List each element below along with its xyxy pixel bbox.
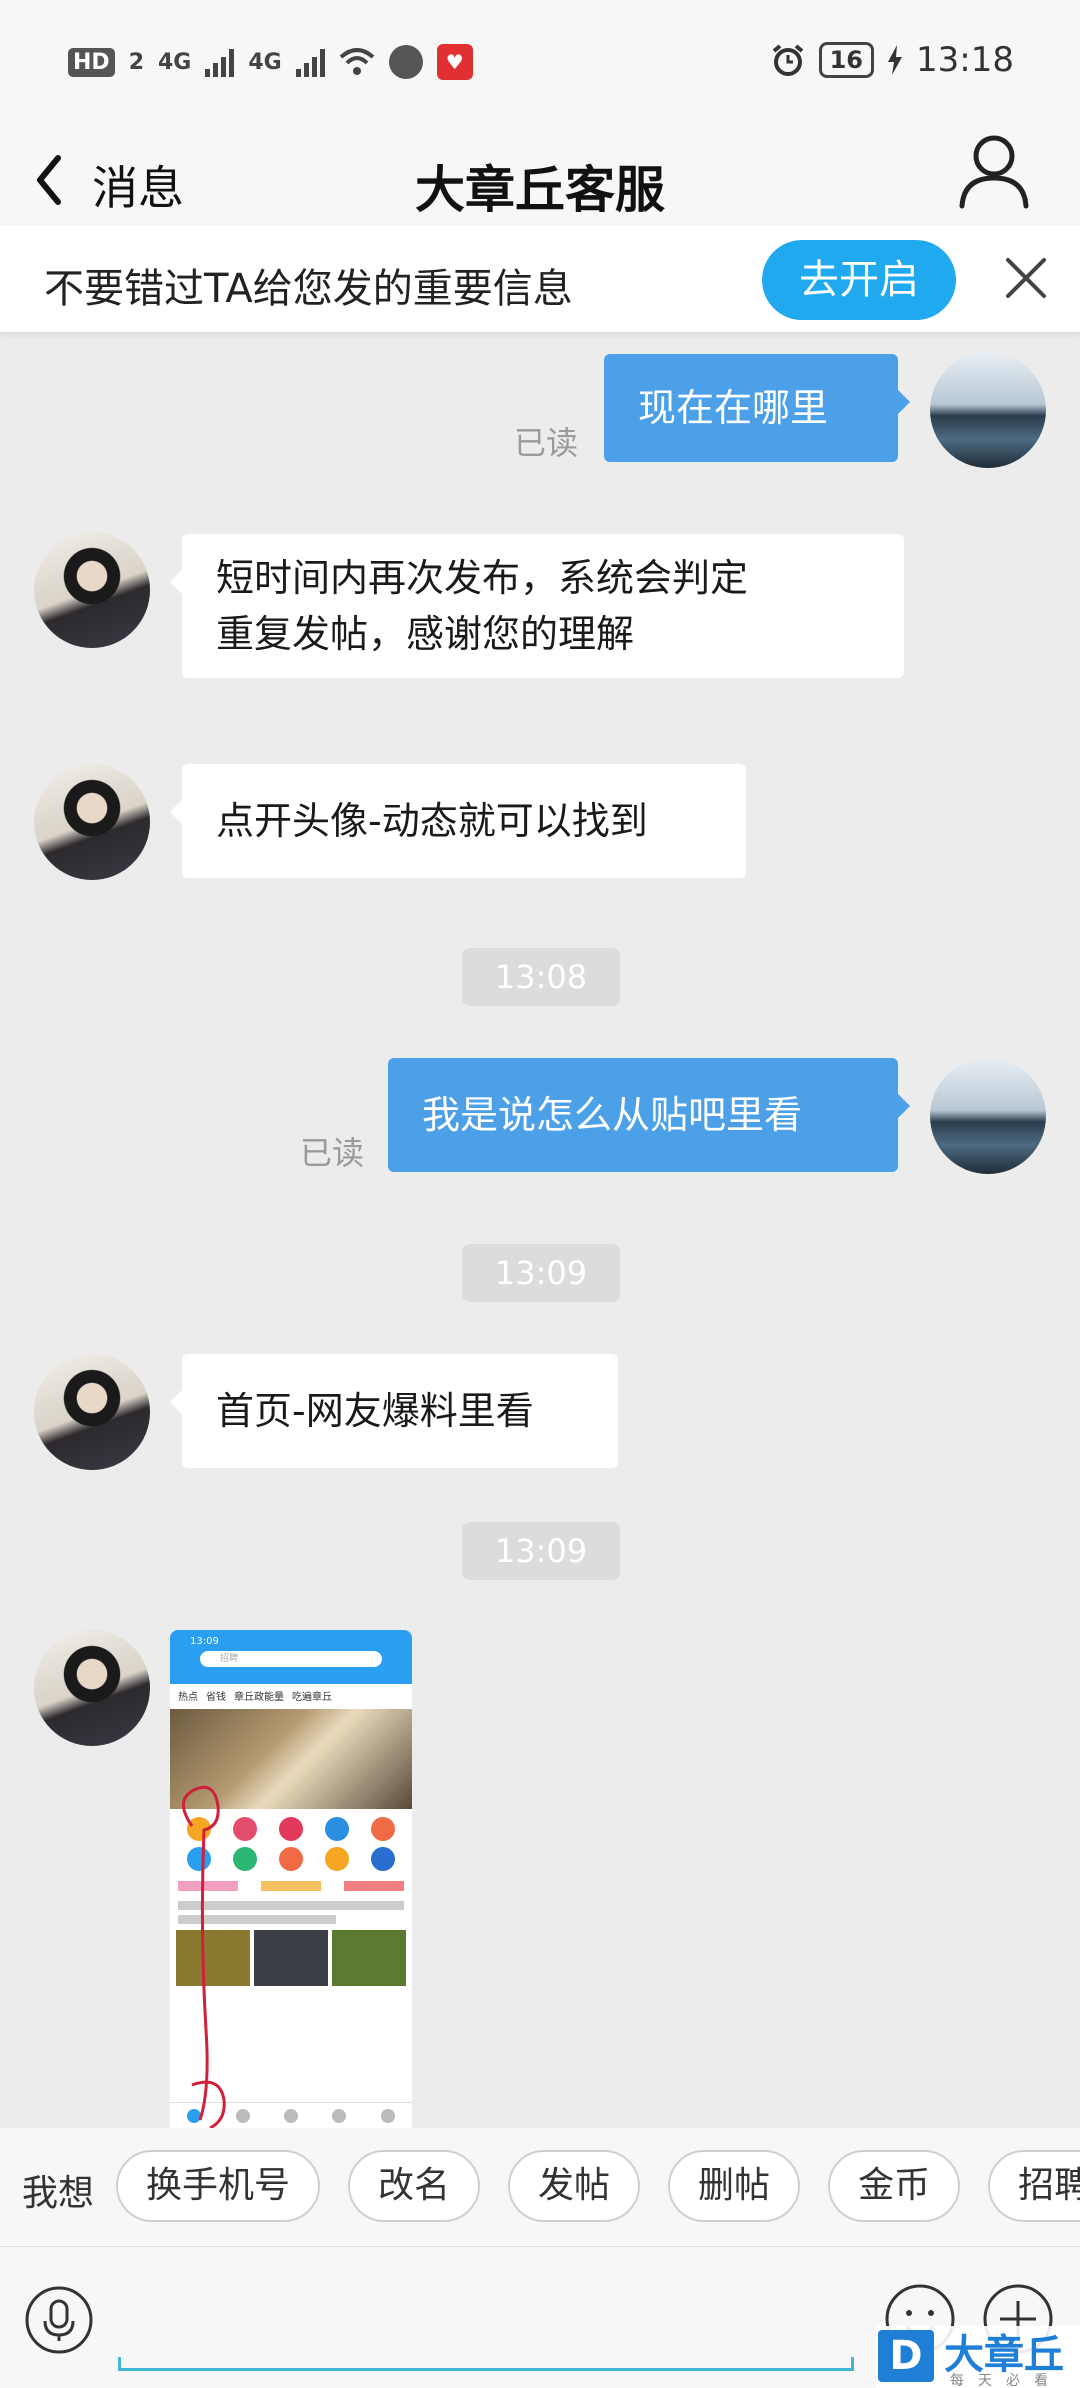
enable-notification-button[interactable]: 去开启 [762, 240, 956, 320]
app-status-icon [388, 45, 423, 79]
page-title: 大章丘客服 [415, 161, 665, 219]
agent-avatar[interactable] [34, 1354, 150, 1470]
outgoing-message[interactable]: 现在在哪里 [604, 354, 910, 462]
incoming-message[interactable]: 首页-网友爆料里看 [170, 1354, 618, 1468]
signal-icon-2 [295, 47, 325, 77]
sim-number: 2 [128, 49, 144, 75]
chip-post[interactable]: 发帖 [508, 2150, 641, 2222]
charging-icon [888, 45, 903, 75]
watermark-logo: D 大章丘 每天必看 [876, 2326, 1080, 2388]
agent-avatar[interactable] [34, 764, 150, 880]
quick-reply-label: 我想 [22, 2173, 95, 2214]
my-avatar[interactable] [930, 352, 1046, 468]
message-text: 点开头像-动态就可以找到 [216, 799, 648, 843]
chip-rename[interactable]: 改名 [348, 2150, 481, 2222]
my-avatar[interactable] [930, 1058, 1046, 1174]
message-text: 首页-网友爆料里看 [216, 1389, 534, 1433]
quick-reply-chips: 换手机号 改名 发帖 删帖 金币 招聘 [116, 2150, 1080, 2222]
app-notification-icon: ♥ [436, 44, 473, 80]
message-text: 我是说怎么从贴吧里看 [422, 1093, 803, 1137]
signal-icon [205, 47, 235, 77]
chip-recruit[interactable]: 招聘 [988, 2150, 1080, 2222]
incoming-message[interactable]: 短时间内再次发布，系统会判定 重复发帖，感谢您的理解 [170, 534, 904, 678]
red-annotation-mark [182, 1785, 226, 2128]
message-input[interactable] [118, 2357, 854, 2371]
outgoing-message[interactable]: 我是说怎么从贴吧里看 [388, 1058, 910, 1172]
hd-badge: HD [68, 47, 115, 77]
notification-banner: 不要错过TA给您发的重要信息 去开启 [0, 226, 1080, 332]
chip-change-phone[interactable]: 换手机号 [116, 2150, 321, 2222]
timestamp: 13:09 [462, 1244, 620, 1302]
network-type-2: 4G [248, 49, 282, 75]
microphone-icon[interactable] [24, 2285, 94, 2355]
chip-delete-post[interactable]: 删帖 [668, 2150, 801, 2222]
notification-text: 不要错过TA给您发的重要信息 [44, 266, 573, 312]
timestamp: 13:09 [462, 1522, 620, 1580]
message-line: 重复发帖，感谢您的理解 [216, 612, 635, 656]
user-profile-icon[interactable] [954, 130, 1034, 210]
image-message[interactable]: 13:09 招聘 热点 省钱 章丘政能量 吃遍章丘 [170, 1630, 412, 2128]
alarm-icon [772, 44, 803, 76]
battery-level: 16 [818, 42, 875, 78]
chat-header: 消息 大章丘客服 [0, 130, 1080, 230]
status-bar: HD 2 4G 4G ♥ 16 13:18 [0, 0, 1080, 130]
watermark-mark: D [878, 2330, 934, 2382]
agent-avatar[interactable] [34, 1630, 150, 1746]
watermark-slogan: 每天必看 [950, 2373, 1062, 2388]
chip-coins[interactable]: 金币 [828, 2150, 961, 2222]
close-icon[interactable] [1000, 252, 1052, 304]
message-line: 短时间内再次发布，系统会判定 [216, 556, 749, 600]
timestamp: 13:08 [462, 948, 620, 1006]
clock: 13:18 [916, 40, 1014, 80]
read-status: 已读 [300, 1134, 365, 1172]
agent-avatar[interactable] [34, 532, 150, 648]
network-type-1: 4G [158, 49, 192, 75]
incoming-message[interactable]: 点开头像-动态就可以找到 [170, 764, 746, 878]
wifi-icon [339, 48, 375, 75]
quick-reply-bar: 我想 换手机号 改名 发帖 删帖 金币 招聘 [0, 2128, 1080, 2246]
read-status: 已读 [514, 424, 579, 462]
message-text: 现在在哪里 [638, 386, 829, 430]
